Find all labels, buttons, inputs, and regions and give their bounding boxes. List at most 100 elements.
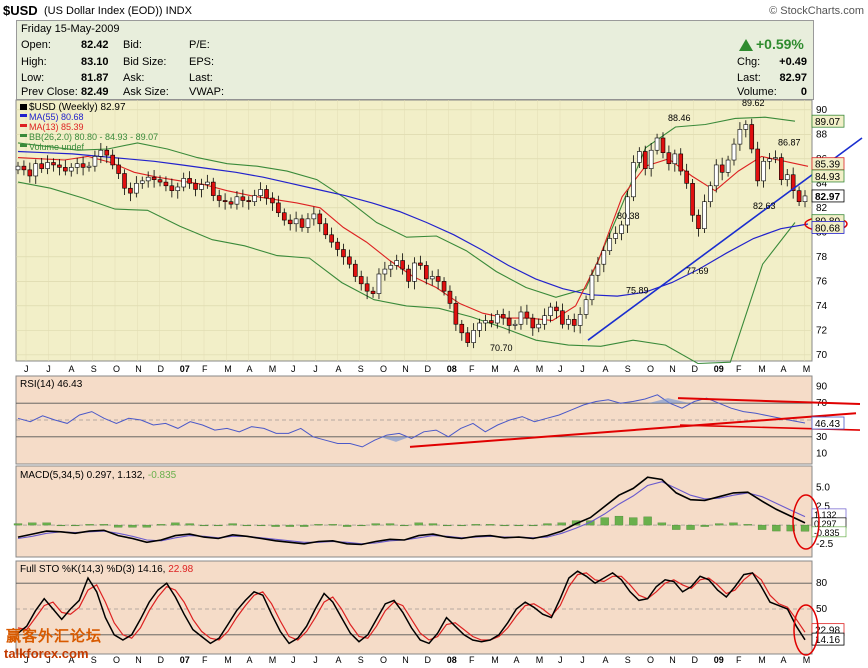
candle-body <box>796 190 802 203</box>
candle-body <box>305 218 311 228</box>
macd-hist-bar <box>428 523 438 526</box>
candle-body <box>483 320 488 324</box>
x-tick-label: M <box>758 364 766 374</box>
candle-body <box>755 148 760 182</box>
watermark-chinese: 赢客外汇论坛 <box>6 628 103 645</box>
candle-body <box>465 332 471 343</box>
price-annotation: 89.62 <box>742 98 765 108</box>
candle-body <box>619 224 624 234</box>
x-tick-label: J <box>313 655 318 665</box>
candle-body <box>92 156 98 167</box>
macd-hist-bar <box>242 524 252 527</box>
candle-body <box>63 167 68 172</box>
x-tick-label: O <box>380 364 387 374</box>
candle-body <box>678 153 684 172</box>
rsi-tick-label: 10 <box>816 449 828 460</box>
candle-body <box>566 319 571 325</box>
x-tick-label: M <box>536 655 544 665</box>
candle-body <box>163 181 169 187</box>
x-tick-label: D <box>158 655 165 665</box>
x-tick-label: 08 <box>447 655 457 665</box>
x-tick-label: 07 <box>180 364 190 374</box>
macd-hist-bar <box>185 523 194 526</box>
macd-hist-bar <box>557 522 566 526</box>
x-tick-label: M <box>491 364 499 374</box>
x-tick-label: M <box>491 655 499 665</box>
x-tick-label: S <box>91 655 97 665</box>
legend-swatch-bb <box>20 134 27 137</box>
candle-body <box>725 159 731 173</box>
candle-body <box>489 320 494 324</box>
candle-body <box>571 319 577 326</box>
candle-body <box>388 265 394 270</box>
candle-body <box>441 281 447 292</box>
x-tick-label: N <box>402 655 409 665</box>
candle-body <box>86 165 92 168</box>
candle-body <box>335 241 340 250</box>
candle-body <box>323 223 328 236</box>
candle-body <box>347 256 352 265</box>
x-tick-label: A <box>781 364 787 374</box>
legend-swatch-ma13 <box>20 124 27 127</box>
x-tick-label: A <box>247 655 253 665</box>
macd-hist-bar <box>385 523 395 526</box>
x-tick-label: 07 <box>180 655 190 665</box>
x-tick-label: S <box>91 364 97 374</box>
candle-body <box>80 163 86 168</box>
price-tag-label: 85.39 <box>815 160 840 171</box>
macd-hist-bar <box>314 524 323 526</box>
candle-body <box>352 263 358 277</box>
candle-body <box>548 306 553 316</box>
chart-canvas: 70.70 75.89 77.69 80.38 82.63 86.87 88.46 89.62… <box>13 98 863 665</box>
candle-body <box>767 158 772 162</box>
candle-body <box>370 290 376 294</box>
x-tick-label: J <box>580 655 585 665</box>
candle-body <box>471 330 476 343</box>
candle-body <box>234 196 240 205</box>
candle-body <box>406 268 411 282</box>
x-axis-labels-price: J J A S O N D 07 F M A M J J A S O N D 08 F M A M J J A S O N D 09 F M A M <box>24 364 810 374</box>
x-tick-label: A <box>781 655 787 665</box>
x-tick-label: O <box>647 655 654 665</box>
candle-body <box>719 164 725 173</box>
price-tag-label: 84.93 <box>815 172 840 183</box>
candle-body <box>731 143 737 161</box>
sto-tick-label: 80 <box>816 578 828 589</box>
candle-body <box>761 160 766 182</box>
x-tick-label: A <box>514 364 520 374</box>
x-tick-label: D <box>692 655 699 665</box>
rsi-title: RSI(14) 46.43 <box>20 379 83 390</box>
macd-hist-bar <box>285 524 295 527</box>
candle-body <box>151 176 157 180</box>
candle-body <box>210 181 216 196</box>
rsi-tick-label: 90 <box>816 381 828 392</box>
candle-body <box>169 185 175 191</box>
candle-body <box>145 176 151 182</box>
sto-title: Full STO %K(14,3) %D(3) 14.16, 22.98 <box>20 564 194 575</box>
x-tick-label: J <box>580 364 585 374</box>
macd-hist-bar <box>528 524 538 527</box>
candle-body <box>276 202 281 214</box>
candle-body <box>506 317 512 326</box>
candle-body <box>57 164 62 168</box>
candle-body <box>157 179 163 183</box>
candle-body <box>216 195 222 201</box>
legend-ma13: MA(13) 85.39 <box>29 122 84 132</box>
macd-hist-bar <box>300 524 309 527</box>
x-tick-label: F <box>469 364 475 374</box>
candle-body <box>459 323 465 334</box>
candle-body <box>45 162 50 169</box>
candle-body <box>382 268 388 275</box>
macd-hist-bar <box>600 517 609 526</box>
x-tick-label: N <box>669 655 676 665</box>
x-tick-label: O <box>113 364 120 374</box>
x-tick-label: O <box>380 655 387 665</box>
macd-hist-bar <box>772 524 781 532</box>
candle-body <box>287 219 293 225</box>
x-tick-label: F <box>736 364 742 374</box>
x-tick-label: S <box>625 364 631 374</box>
x-tick-label: 09 <box>714 364 724 374</box>
x-tick-label: O <box>113 655 120 665</box>
candle-body <box>412 262 417 282</box>
x-tick-label: M <box>224 364 232 374</box>
